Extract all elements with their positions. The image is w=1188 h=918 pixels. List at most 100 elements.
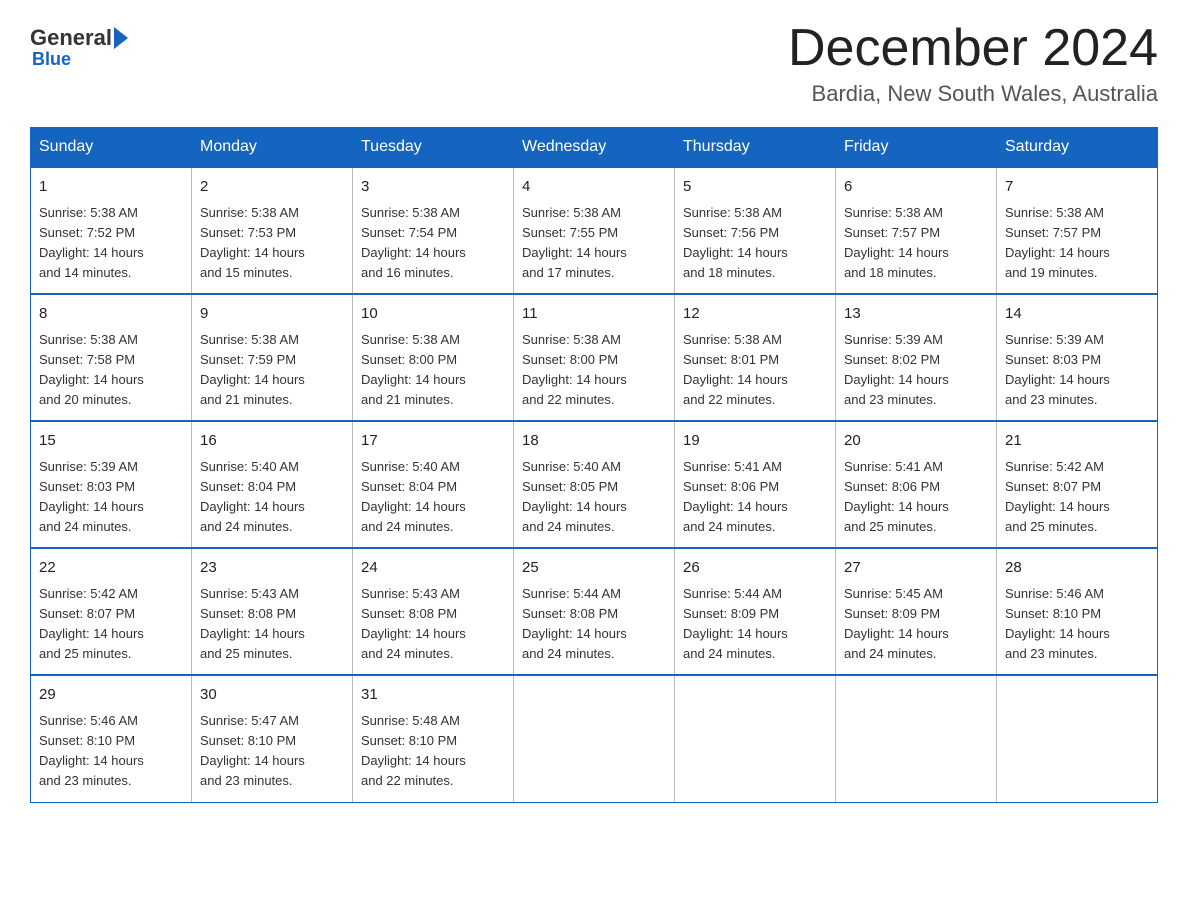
- column-header-thursday: Thursday: [675, 128, 836, 168]
- day-info: Sunrise: 5:42 AMSunset: 8:07 PMDaylight:…: [1005, 457, 1149, 538]
- table-row: 31 Sunrise: 5:48 AMSunset: 8:10 PMDaylig…: [353, 675, 514, 802]
- day-info: Sunrise: 5:43 AMSunset: 8:08 PMDaylight:…: [361, 584, 505, 665]
- table-row: 30 Sunrise: 5:47 AMSunset: 8:10 PMDaylig…: [192, 675, 353, 802]
- day-info: Sunrise: 5:39 AMSunset: 8:02 PMDaylight:…: [844, 330, 988, 411]
- table-row: 6 Sunrise: 5:38 AMSunset: 7:57 PMDayligh…: [836, 167, 997, 294]
- page-header: General Blue December 2024 Bardia, New S…: [30, 20, 1158, 107]
- day-number: 14: [1005, 303, 1149, 326]
- title-section: December 2024 Bardia, New South Wales, A…: [788, 20, 1158, 107]
- calendar-week-4: 22 Sunrise: 5:42 AMSunset: 8:07 PMDaylig…: [31, 548, 1158, 675]
- day-number: 1: [39, 176, 183, 199]
- table-row: 29 Sunrise: 5:46 AMSunset: 8:10 PMDaylig…: [31, 675, 192, 802]
- day-number: 10: [361, 303, 505, 326]
- location-subtitle: Bardia, New South Wales, Australia: [788, 81, 1158, 107]
- day-info: Sunrise: 5:38 AMSunset: 7:52 PMDaylight:…: [39, 203, 183, 284]
- day-info: Sunrise: 5:47 AMSunset: 8:10 PMDaylight:…: [200, 711, 344, 792]
- day-number: 20: [844, 430, 988, 453]
- day-number: 28: [1005, 557, 1149, 580]
- day-number: 21: [1005, 430, 1149, 453]
- day-number: 27: [844, 557, 988, 580]
- day-info: Sunrise: 5:38 AMSunset: 7:54 PMDaylight:…: [361, 203, 505, 284]
- table-row: [997, 675, 1158, 802]
- table-row: 17 Sunrise: 5:40 AMSunset: 8:04 PMDaylig…: [353, 421, 514, 548]
- day-number: 17: [361, 430, 505, 453]
- day-info: Sunrise: 5:45 AMSunset: 8:09 PMDaylight:…: [844, 584, 988, 665]
- table-row: [514, 675, 675, 802]
- table-row: 18 Sunrise: 5:40 AMSunset: 8:05 PMDaylig…: [514, 421, 675, 548]
- table-row: 22 Sunrise: 5:42 AMSunset: 8:07 PMDaylig…: [31, 548, 192, 675]
- day-info: Sunrise: 5:38 AMSunset: 8:00 PMDaylight:…: [522, 330, 666, 411]
- day-info: Sunrise: 5:38 AMSunset: 7:58 PMDaylight:…: [39, 330, 183, 411]
- day-number: 19: [683, 430, 827, 453]
- table-row: 24 Sunrise: 5:43 AMSunset: 8:08 PMDaylig…: [353, 548, 514, 675]
- day-info: Sunrise: 5:46 AMSunset: 8:10 PMDaylight:…: [39, 711, 183, 792]
- table-row: 28 Sunrise: 5:46 AMSunset: 8:10 PMDaylig…: [997, 548, 1158, 675]
- logo: General Blue: [30, 20, 130, 70]
- table-row: 11 Sunrise: 5:38 AMSunset: 8:00 PMDaylig…: [514, 294, 675, 421]
- day-number: 26: [683, 557, 827, 580]
- day-info: Sunrise: 5:44 AMSunset: 8:08 PMDaylight:…: [522, 584, 666, 665]
- table-row: 1 Sunrise: 5:38 AMSunset: 7:52 PMDayligh…: [31, 167, 192, 294]
- day-info: Sunrise: 5:38 AMSunset: 7:57 PMDaylight:…: [1005, 203, 1149, 284]
- day-info: Sunrise: 5:38 AMSunset: 7:59 PMDaylight:…: [200, 330, 344, 411]
- calendar-week-2: 8 Sunrise: 5:38 AMSunset: 7:58 PMDayligh…: [31, 294, 1158, 421]
- table-row: 26 Sunrise: 5:44 AMSunset: 8:09 PMDaylig…: [675, 548, 836, 675]
- table-row: 14 Sunrise: 5:39 AMSunset: 8:03 PMDaylig…: [997, 294, 1158, 421]
- day-info: Sunrise: 5:40 AMSunset: 8:05 PMDaylight:…: [522, 457, 666, 538]
- table-row: 5 Sunrise: 5:38 AMSunset: 7:56 PMDayligh…: [675, 167, 836, 294]
- day-info: Sunrise: 5:42 AMSunset: 8:07 PMDaylight:…: [39, 584, 183, 665]
- day-number: 12: [683, 303, 827, 326]
- day-info: Sunrise: 5:38 AMSunset: 8:00 PMDaylight:…: [361, 330, 505, 411]
- main-title: December 2024: [788, 20, 1158, 77]
- day-info: Sunrise: 5:43 AMSunset: 8:08 PMDaylight:…: [200, 584, 344, 665]
- day-info: Sunrise: 5:40 AMSunset: 8:04 PMDaylight:…: [200, 457, 344, 538]
- day-number: 15: [39, 430, 183, 453]
- table-row: [836, 675, 997, 802]
- logo-general-text: General: [30, 25, 112, 51]
- logo-blue-text: Blue: [30, 49, 71, 70]
- day-number: 3: [361, 176, 505, 199]
- day-number: 22: [39, 557, 183, 580]
- calendar-week-3: 15 Sunrise: 5:39 AMSunset: 8:03 PMDaylig…: [31, 421, 1158, 548]
- table-row: 8 Sunrise: 5:38 AMSunset: 7:58 PMDayligh…: [31, 294, 192, 421]
- table-row: 7 Sunrise: 5:38 AMSunset: 7:57 PMDayligh…: [997, 167, 1158, 294]
- column-header-monday: Monday: [192, 128, 353, 168]
- table-row: 2 Sunrise: 5:38 AMSunset: 7:53 PMDayligh…: [192, 167, 353, 294]
- day-info: Sunrise: 5:38 AMSunset: 7:56 PMDaylight:…: [683, 203, 827, 284]
- table-row: 21 Sunrise: 5:42 AMSunset: 8:07 PMDaylig…: [997, 421, 1158, 548]
- day-number: 4: [522, 176, 666, 199]
- day-number: 11: [522, 303, 666, 326]
- day-info: Sunrise: 5:44 AMSunset: 8:09 PMDaylight:…: [683, 584, 827, 665]
- day-number: 25: [522, 557, 666, 580]
- table-row: 16 Sunrise: 5:40 AMSunset: 8:04 PMDaylig…: [192, 421, 353, 548]
- day-info: Sunrise: 5:38 AMSunset: 7:55 PMDaylight:…: [522, 203, 666, 284]
- day-number: 16: [200, 430, 344, 453]
- day-number: 13: [844, 303, 988, 326]
- calendar-header-row: SundayMondayTuesdayWednesdayThursdayFrid…: [31, 128, 1158, 168]
- day-info: Sunrise: 5:39 AMSunset: 8:03 PMDaylight:…: [1005, 330, 1149, 411]
- day-info: Sunrise: 5:38 AMSunset: 7:53 PMDaylight:…: [200, 203, 344, 284]
- day-info: Sunrise: 5:38 AMSunset: 8:01 PMDaylight:…: [683, 330, 827, 411]
- calendar-week-1: 1 Sunrise: 5:38 AMSunset: 7:52 PMDayligh…: [31, 167, 1158, 294]
- day-info: Sunrise: 5:38 AMSunset: 7:57 PMDaylight:…: [844, 203, 988, 284]
- table-row: 19 Sunrise: 5:41 AMSunset: 8:06 PMDaylig…: [675, 421, 836, 548]
- table-row: [675, 675, 836, 802]
- table-row: 13 Sunrise: 5:39 AMSunset: 8:02 PMDaylig…: [836, 294, 997, 421]
- day-number: 8: [39, 303, 183, 326]
- day-number: 7: [1005, 176, 1149, 199]
- table-row: 27 Sunrise: 5:45 AMSunset: 8:09 PMDaylig…: [836, 548, 997, 675]
- day-info: Sunrise: 5:48 AMSunset: 8:10 PMDaylight:…: [361, 711, 505, 792]
- day-number: 29: [39, 684, 183, 707]
- day-info: Sunrise: 5:39 AMSunset: 8:03 PMDaylight:…: [39, 457, 183, 538]
- column-header-friday: Friday: [836, 128, 997, 168]
- day-info: Sunrise: 5:41 AMSunset: 8:06 PMDaylight:…: [683, 457, 827, 538]
- day-info: Sunrise: 5:46 AMSunset: 8:10 PMDaylight:…: [1005, 584, 1149, 665]
- day-number: 30: [200, 684, 344, 707]
- table-row: 20 Sunrise: 5:41 AMSunset: 8:06 PMDaylig…: [836, 421, 997, 548]
- day-number: 18: [522, 430, 666, 453]
- day-number: 23: [200, 557, 344, 580]
- day-number: 6: [844, 176, 988, 199]
- column-header-saturday: Saturday: [997, 128, 1158, 168]
- logo-arrow-icon: [114, 27, 128, 49]
- day-number: 9: [200, 303, 344, 326]
